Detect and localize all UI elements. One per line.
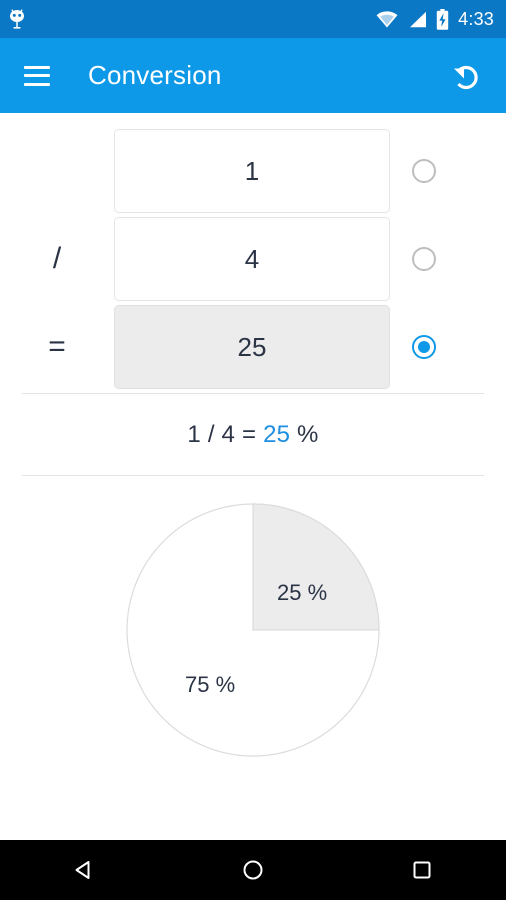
result-unit: % <box>290 421 319 448</box>
result-value: 25 <box>263 421 291 448</box>
conversion-row-result: = 25 <box>0 305 506 389</box>
radio-cell-numerator <box>390 159 506 183</box>
radio-numerator[interactable] <box>412 159 436 183</box>
status-bar: 4:33 <box>0 0 506 38</box>
battery-charging-icon <box>436 8 449 30</box>
conversion-row-numerator: 1 <box>0 129 506 213</box>
recents-button[interactable] <box>392 840 452 900</box>
status-bar-left-icons <box>8 8 26 30</box>
android-debug-icon <box>10 9 24 29</box>
wifi-icon <box>376 10 398 27</box>
triangle-left-icon <box>75 861 90 879</box>
pie-label-remainder: 75 % <box>185 672 235 697</box>
conversion-rows: 1 / 4 = 25 <box>0 113 506 389</box>
percent-input[interactable]: 25 <box>114 305 390 389</box>
main-content: 1 / 4 = 25 1 / 4 = 25 % 25 % 75 % <box>0 113 506 840</box>
home-button[interactable] <box>223 840 283 900</box>
back-button[interactable] <box>54 840 114 900</box>
numerator-input[interactable]: 1 <box>114 129 390 213</box>
pie-chart: 25 % 75 % <box>126 503 380 757</box>
cell-signal-icon <box>410 11 427 27</box>
pie-slice-value <box>252 503 380 631</box>
pie-chart-container: 25 % 75 % <box>0 476 506 758</box>
status-bar-right-icons: 4:33 <box>376 8 494 30</box>
hamburger-menu-icon[interactable] <box>24 65 50 86</box>
circle-icon <box>243 860 263 880</box>
pie-label-value: 25 % <box>277 580 327 605</box>
result-summary: 1 / 4 = 25 % <box>0 394 506 475</box>
menu-line-2 <box>24 74 50 77</box>
phone-screen: 4:33 Conversion 1 / 4 = 25 1 / 4 = 25 % … <box>0 0 506 900</box>
operator-label-equals: = <box>48 330 66 363</box>
menu-line-3 <box>24 82 50 86</box>
page-title: Conversion <box>88 60 222 90</box>
app-bar: Conversion <box>0 38 506 113</box>
square-icon <box>413 861 431 879</box>
conversion-row-denominator: / 4 <box>0 217 506 301</box>
undo-button[interactable] <box>448 59 482 93</box>
radio-percent[interactable] <box>412 335 436 359</box>
radio-denominator[interactable] <box>412 247 436 271</box>
radio-cell-percent <box>390 335 506 359</box>
radio-cell-denominator <box>390 247 506 271</box>
status-bar-clock: 4:33 <box>458 8 494 29</box>
denominator-input[interactable]: 4 <box>114 217 390 301</box>
menu-line-1 <box>24 65 50 69</box>
operator-label-divide: / <box>52 242 62 275</box>
result-expression: 1 / 4 = <box>187 421 264 448</box>
undo-icon <box>454 65 478 89</box>
android-nav-bar <box>0 840 506 900</box>
